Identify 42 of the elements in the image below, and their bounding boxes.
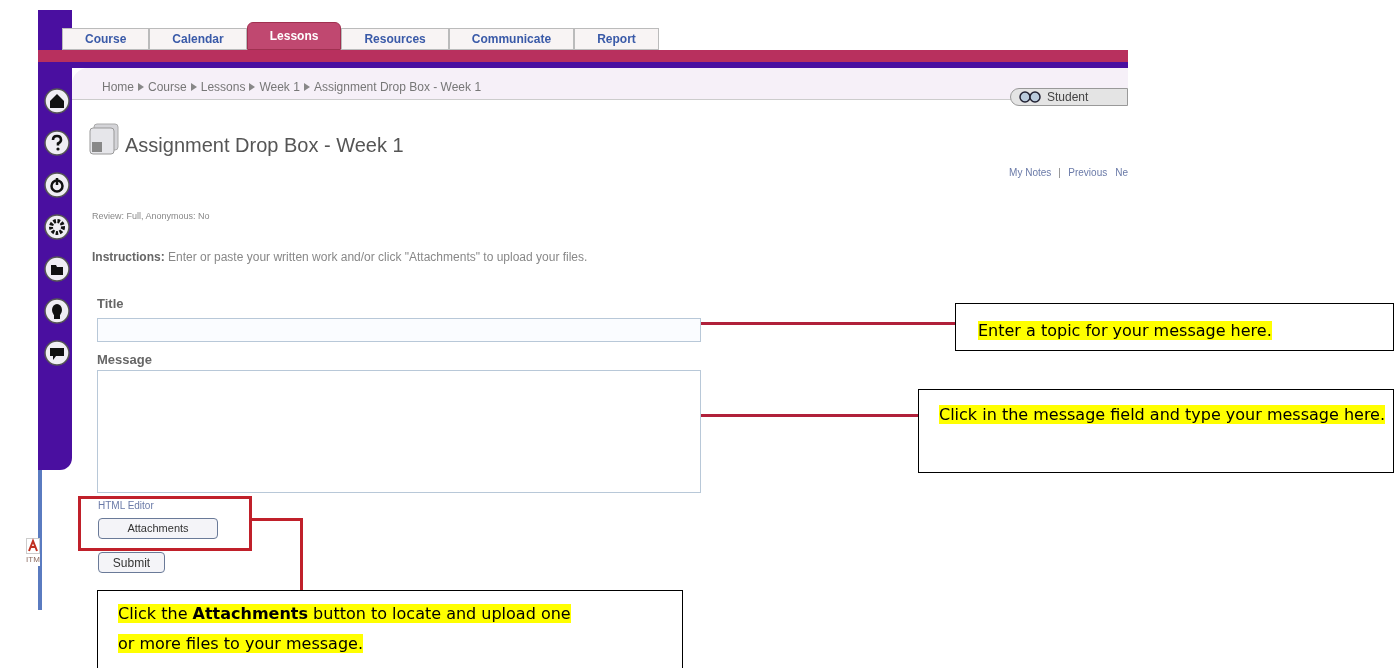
nav-link[interactable]: Ne [1115,165,1128,180]
nav-tab[interactable]: Calendar [149,28,247,50]
nav-link[interactable]: My Notes [1009,165,1052,180]
attachments-button[interactable]: Attachments [98,518,218,539]
separator-icon [249,83,256,91]
breadcrumb-link[interactable]: Home [102,78,134,96]
breadcrumb-link[interactable]: Lessons [200,78,246,96]
speech-bubble-icon[interactable] [44,340,70,366]
separator-icon [303,83,310,91]
separator-icon [190,83,197,91]
field-label: Message [97,351,152,369]
breadcrumb-link[interactable]: Course [148,78,187,96]
breadcrumb-link[interactable]: Week 1 [259,78,300,96]
submit-button[interactable]: Submit [98,552,165,573]
review-info: Review: Full, Anonymous: No [92,210,210,223]
settings-icon[interactable] [44,214,70,240]
student-view-toggle[interactable]: Student [1010,88,1128,106]
power-icon[interactable] [44,172,70,198]
nav-tab[interactable]: Course [62,28,150,50]
instructions-text: Instructions: Enter or paste your written work and/or click "Attachments" to upload your files. [92,249,588,266]
nav-tab[interactable]: Lessons [246,22,342,50]
callout-text: Click in the message field and type your message here. [939,404,1387,426]
breadcrumb-link[interactable]: Assignment Drop Box - Week 1 [313,78,482,96]
logo-icon [26,538,40,554]
title-input-field[interactable] [97,318,701,342]
person-icon[interactable] [44,298,70,324]
logo-text: ITM [26,554,40,566]
field-label: Title [97,295,124,313]
html-editor-link[interactable]: HTML Editor [98,498,154,513]
nav-tab[interactable]: Resources [341,28,449,50]
separator-icon [138,83,144,91]
page-title: Assignment Drop Box - Week 1 [125,133,404,158]
folder-icon[interactable] [44,256,70,282]
home-icon[interactable] [44,88,70,114]
document-stack-icon [88,122,122,156]
nav-link[interactable]: Previous [1068,165,1108,180]
callout-text: Enter a topic for your message here. [978,320,1272,342]
callout-text: Click the Attachments button to locate and upload one or more files to your message. [118,603,572,655]
nav-tab[interactable]: Report [574,28,659,50]
help-icon[interactable] [44,130,70,156]
nav-tab[interactable]: Communicate [448,28,575,50]
glasses-icon [1019,91,1041,103]
